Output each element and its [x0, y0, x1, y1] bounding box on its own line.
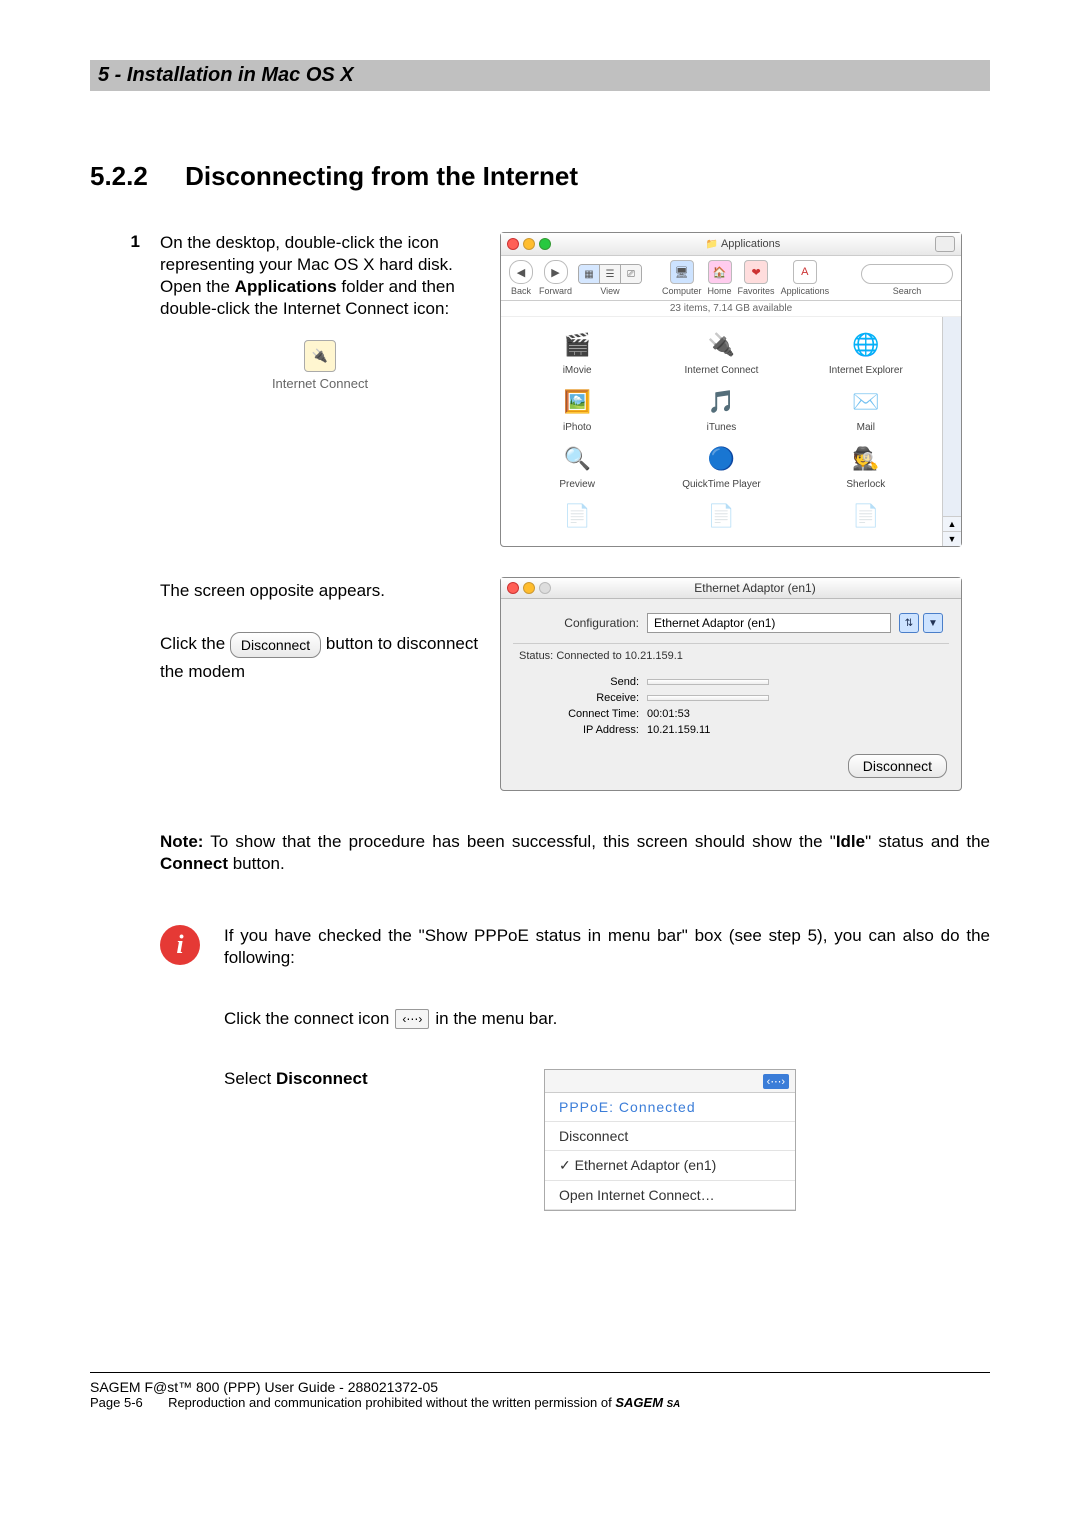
connect-time-value: 00:01:53 — [647, 708, 690, 720]
scroll-down-icon[interactable]: ▼ — [943, 531, 961, 546]
app-extra[interactable]: 📄 — [507, 498, 647, 536]
send-meter — [647, 679, 769, 685]
scroll-up-icon[interactable]: ▲ — [943, 516, 961, 531]
app-itunes[interactable]: 🎵iTunes — [651, 384, 791, 433]
view-switcher[interactable]: ▦☰⎚ View — [578, 264, 642, 296]
dropdown-icon[interactable]: ▼ — [923, 613, 943, 633]
config-select[interactable]: Ethernet Adaptor (en1) — [647, 613, 891, 633]
chapter-header: 5 - Installation in Mac OS X — [90, 60, 990, 91]
info-icon: i — [160, 925, 200, 965]
forward-button[interactable]: ▶Forward — [539, 260, 572, 296]
app-quicktime[interactable]: 🔵QuickTime Player — [651, 441, 791, 490]
app-imovie[interactable]: 🎬iMovie — [507, 327, 647, 376]
zoom-icon[interactable] — [539, 238, 551, 250]
scrollbar[interactable]: ▲ ▼ — [942, 317, 961, 546]
send-label: Send: — [519, 676, 639, 688]
computer-button[interactable]: 🖥Computer — [662, 260, 702, 296]
close-icon[interactable] — [507, 582, 519, 594]
ip-value: 10.21.159.11 — [647, 724, 710, 736]
pppoe-status-icon: ‹⋯› — [395, 1009, 429, 1029]
select-instruction: Select Disconnect — [224, 1069, 504, 1089]
note-block: Note: To show that the procedure has bee… — [160, 831, 990, 875]
pppoe-status-icon[interactable]: ‹⋯› — [763, 1074, 789, 1089]
toolbar-toggle-button[interactable] — [935, 236, 955, 252]
internet-connect-icon: 🔌 — [304, 340, 336, 372]
menubar-instruction: Click the connect icon ‹⋯› in the menu b… — [224, 1009, 990, 1029]
info-text: If you have checked the "Show PPPoE stat… — [224, 925, 990, 969]
status-line: Status: Connected to 10.21.159.1 — [519, 650, 943, 662]
receive-label: Receive: — [519, 692, 639, 704]
app-mail[interactable]: ✉️Mail — [796, 384, 936, 433]
minimize-icon[interactable] — [523, 238, 535, 250]
home-button[interactable]: 🏠Home — [708, 260, 732, 296]
menu-disconnect[interactable]: Disconnect — [545, 1122, 795, 1151]
step2-text: The screen opposite appears. Click the D… — [160, 577, 480, 791]
app-internet-explorer[interactable]: 🌐Internet Explorer — [796, 327, 936, 376]
finder-status: 23 items, 7.14 GB available — [501, 301, 961, 317]
pppoe-menu: ‹⋯› PPPoE: Connected Disconnect Ethernet… — [544, 1069, 796, 1211]
config-label: Configuration: — [519, 616, 639, 630]
menu-adaptor[interactable]: Ethernet Adaptor (en1) — [545, 1151, 795, 1181]
page-footer: SAGEM F@st™ 800 (PPP) User Guide - 28802… — [90, 1372, 990, 1410]
menu-status: PPPoE: Connected — [545, 1093, 795, 1122]
app-sherlock[interactable]: 🕵️Sherlock — [796, 441, 936, 490]
menu-open-internet-connect[interactable]: Open Internet Connect… — [545, 1181, 795, 1210]
disconnect-button[interactable]: Disconnect — [848, 754, 947, 778]
ip-label: IP Address: — [519, 724, 639, 736]
app-extra[interactable]: 📄 — [651, 498, 791, 536]
disconnect-inline-button: Disconnect — [230, 632, 321, 658]
window-title: Ethernet Adaptor (en1) — [555, 581, 955, 595]
search-field[interactable]: Search — [861, 264, 953, 296]
section-heading: 5.2.2 Disconnecting from the Internet — [90, 161, 990, 192]
app-internet-connect[interactable]: 🔌Internet Connect — [651, 327, 791, 376]
section-title: Disconnecting from the Internet — [185, 161, 578, 191]
back-button[interactable]: ◀Back — [509, 260, 533, 296]
app-extra[interactable]: 📄 — [796, 498, 936, 536]
section-number: 5.2.2 — [90, 161, 148, 192]
app-iphoto[interactable]: 🖼️iPhoto — [507, 384, 647, 433]
internet-connect-shortcut: 🔌 Internet Connect — [160, 340, 480, 393]
zoom-icon — [539, 582, 551, 594]
receive-meter — [647, 695, 769, 701]
stepper-icon[interactable]: ⇅ — [899, 613, 919, 633]
window-title: Applications — [555, 238, 931, 250]
finder-icon-grid: 🎬iMovie 🔌Internet Connect 🌐Internet Expl… — [501, 317, 942, 546]
favorites-button[interactable]: ❤Favorites — [738, 260, 775, 296]
finder-window: Applications ◀Back ▶Forward ▦☰⎚ View 🖥Co… — [500, 232, 962, 547]
close-icon[interactable] — [507, 238, 519, 250]
app-preview[interactable]: 🔍Preview — [507, 441, 647, 490]
connect-time-label: Connect Time: — [519, 708, 639, 720]
internet-connect-window: Ethernet Adaptor (en1) Configuration: Et… — [500, 577, 962, 791]
applications-button[interactable]: AApplications — [781, 260, 830, 296]
step-number: 1 — [90, 232, 140, 547]
step1-text: On the desktop, double-click the icon re… — [160, 232, 480, 547]
minimize-icon[interactable] — [523, 582, 535, 594]
